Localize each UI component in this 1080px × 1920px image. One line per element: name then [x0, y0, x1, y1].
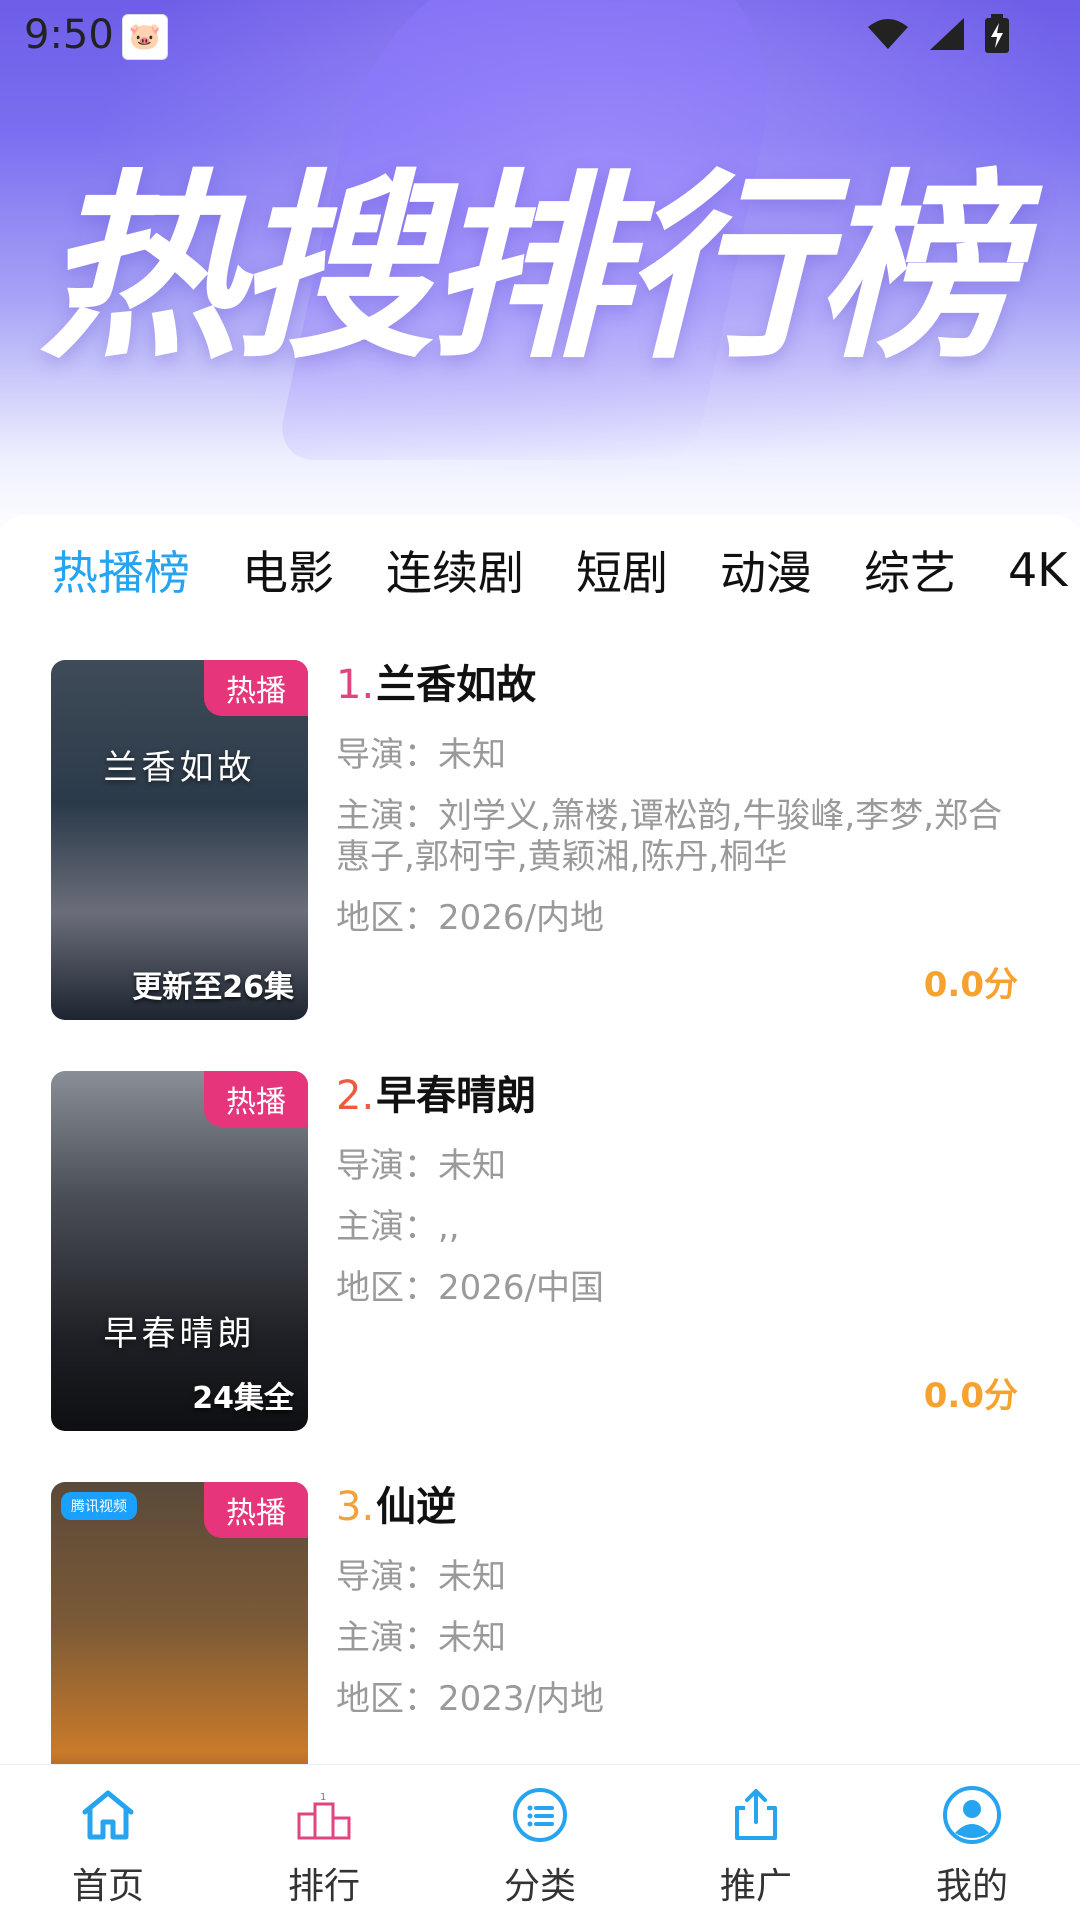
- region-text: 地区：2026/中国: [336, 1268, 604, 1308]
- tab-4k[interactable]: 4K: [1008, 543, 1067, 597]
- item-title-row: 1.兰香如故: [336, 655, 1036, 715]
- score-text: 0.0分: [923, 965, 1018, 1005]
- poster-title: 兰香如故: [103, 748, 256, 788]
- podium-icon: 1: [292, 1783, 356, 1847]
- bottom-navigation: 首页 1 排行 分类 推广 我的: [0, 1764, 1080, 1920]
- nav-home[interactable]: 首页: [0, 1765, 216, 1909]
- rank-number: 2.: [336, 1073, 375, 1119]
- hot-badge: 热播: [204, 660, 308, 716]
- tab-anime[interactable]: 动漫: [720, 537, 812, 603]
- item-info: 2.早春晴朗 导演：未知 主演：,, 地区：2026/中国: [336, 1066, 1036, 1309]
- rank-number: 1.: [336, 662, 375, 708]
- list-icon: [508, 1783, 572, 1847]
- wifi-icon: [868, 19, 908, 49]
- item-title-row: 2.早春晴朗: [336, 1066, 1036, 1126]
- item-info: 3.仙逆 导演：未知 主演：未知 地区：2023/内地: [336, 1477, 1036, 1720]
- hot-badge: 热播: [204, 1071, 308, 1127]
- nav-profile[interactable]: 我的: [864, 1765, 1080, 1909]
- status-time: 9:50: [24, 12, 114, 58]
- item-title[interactable]: 仙逆: [376, 1484, 456, 1530]
- header-banner: 9:50 🐷 热搜排行榜: [0, 0, 1080, 540]
- share-icon: [724, 1783, 788, 1847]
- cast-text: 主演：刘学义,箫楼,谭松韵,牛骏峰,李梦,郑合惠子,郭柯宇,黄颖湘,陈丹,桐华: [336, 796, 1003, 877]
- svg-text:1: 1: [320, 1792, 326, 1803]
- platform-logo: 腾讯视频: [61, 1492, 137, 1520]
- app-notification-icon: 🐷: [122, 14, 168, 60]
- signal-icon: [930, 18, 964, 50]
- list-item[interactable]: 热播 早春晴朗 24集全 2.早春晴朗 导演：未知 主演：,, 地区：2026/…: [0, 1066, 1080, 1477]
- item-title[interactable]: 早春晴朗: [376, 1073, 536, 1119]
- rank-number: 3.: [336, 1484, 375, 1530]
- item-info: 1.兰香如故 导演：未知 主演：刘学义,箫楼,谭松韵,牛骏峰,李梦,郑合惠子,郭…: [336, 655, 1036, 939]
- poster-title: 早春晴朗: [103, 1314, 256, 1354]
- hero-title: 热搜排行榜: [40, 153, 1016, 386]
- poster-image[interactable]: 热播 早春晴朗 24集全: [51, 1071, 308, 1431]
- tab-variety[interactable]: 综艺: [864, 537, 956, 603]
- hot-badge: 热播: [204, 1482, 308, 1538]
- region-text: 地区：2026/内地: [336, 898, 604, 938]
- director-text: 导演：未知: [336, 1557, 506, 1597]
- status-icons: [866, 14, 1010, 54]
- tab-hot[interactable]: 热播榜: [52, 537, 190, 603]
- score-text: 0.0分: [923, 1376, 1018, 1416]
- tab-series[interactable]: 连续剧: [386, 537, 524, 603]
- category-tabs: 热播榜 电影 连续剧 短剧 动漫 综艺 4K: [0, 515, 1080, 625]
- status-bar: 9:50 🐷: [0, 0, 1080, 72]
- director-text: 导演：未知: [336, 735, 506, 775]
- home-icon: [76, 1783, 140, 1847]
- nav-promote[interactable]: 推广: [648, 1765, 864, 1909]
- ranking-list: 热播 兰香如故 更新至26集 1.兰香如故 导演：未知 主演：刘学义,箫楼,谭松…: [0, 655, 1080, 1888]
- battery-icon: [985, 14, 1009, 53]
- user-icon: [940, 1783, 1004, 1847]
- item-title-row: 3.仙逆: [336, 1477, 1036, 1537]
- cast-text: 主演：未知: [336, 1618, 506, 1658]
- cast-text: 主演：,,: [336, 1207, 460, 1247]
- nav-label: 首页: [71, 1866, 144, 1907]
- nav-category[interactable]: 分类: [432, 1765, 648, 1909]
- poster-image[interactable]: 热播 兰香如故 更新至26集: [51, 660, 308, 1020]
- director-text: 导演：未知: [336, 1146, 506, 1186]
- region-text: 地区：2023/内地: [336, 1679, 604, 1719]
- nav-label: 分类: [503, 1866, 576, 1907]
- episode-label: 24集全: [192, 1381, 294, 1416]
- episode-label: 更新至26集: [132, 970, 294, 1005]
- nav-label: 我的: [935, 1866, 1008, 1907]
- item-title[interactable]: 兰香如故: [376, 662, 536, 708]
- list-item[interactable]: 热播 兰香如故 更新至26集 1.兰香如故 导演：未知 主演：刘学义,箫楼,谭松…: [0, 655, 1080, 1066]
- tab-short[interactable]: 短剧: [576, 537, 668, 603]
- nav-ranking[interactable]: 1 排行: [216, 1765, 432, 1909]
- tab-movie[interactable]: 电影: [242, 537, 334, 603]
- nav-label: 排行: [287, 1866, 360, 1907]
- nav-label: 推广: [719, 1866, 792, 1907]
